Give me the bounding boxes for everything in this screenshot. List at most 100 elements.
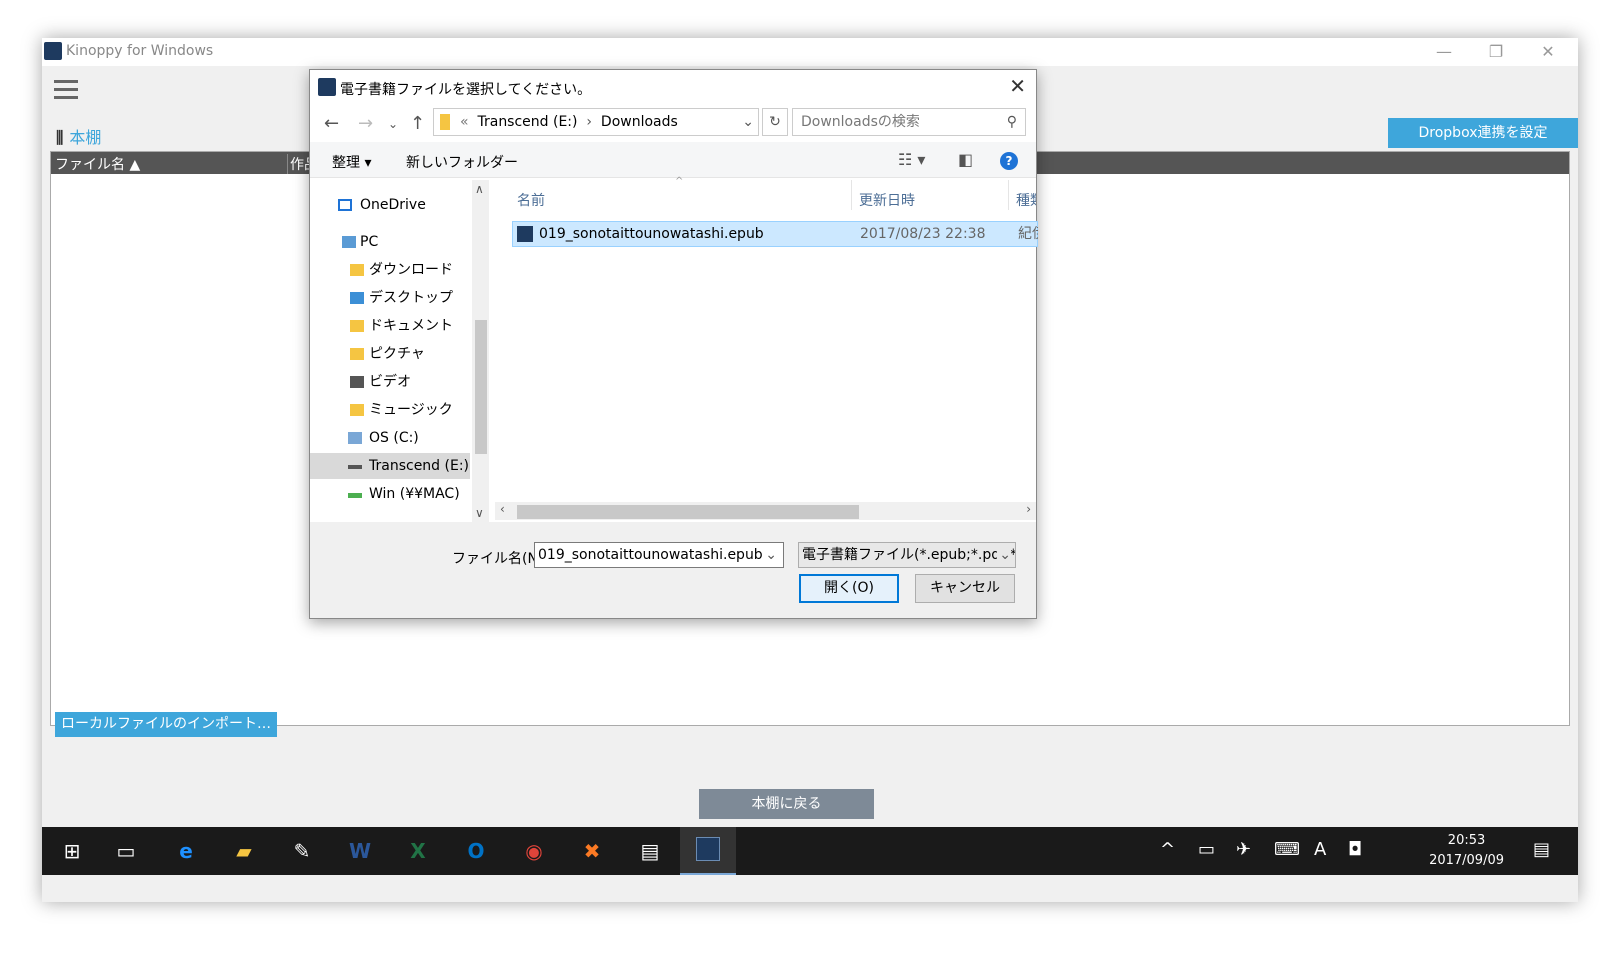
paint-icon[interactable]: ✎ bbox=[286, 835, 318, 867]
scrollbar-thumb[interactable] bbox=[517, 505, 859, 519]
kinoppy-logo-icon bbox=[44, 42, 62, 60]
ime-indicator[interactable]: A bbox=[1314, 839, 1326, 860]
organize-button[interactable]: 整理 ▾ bbox=[332, 152, 371, 172]
nav-item-desktop[interactable]: デスクトップ bbox=[310, 285, 470, 311]
nav-item-onedrive[interactable]: OneDrive bbox=[310, 192, 470, 218]
minimize-button[interactable]: — bbox=[1424, 40, 1464, 64]
file-name: 019_sonotaittounowatashi.epub bbox=[539, 226, 764, 242]
import-local-file-button[interactable]: ローカルファイルのインポート… bbox=[55, 712, 277, 737]
open-button[interactable]: 開く(O) bbox=[799, 574, 899, 603]
drive-icon bbox=[348, 432, 362, 444]
nav-item-documents[interactable]: ドキュメント bbox=[310, 313, 470, 339]
help-icon[interactable]: ? bbox=[1000, 152, 1018, 170]
file-type: 紀伊 bbox=[1018, 226, 1038, 242]
pc-icon bbox=[342, 236, 356, 248]
bookshelf-icon: ⫼ bbox=[56, 128, 64, 147]
search-input[interactable]: Downloadsの検索 ⚲ bbox=[792, 108, 1026, 136]
filetype-select[interactable]: 電子書籍ファイル(*.epub;*.pdf;*.b ⌄ bbox=[798, 542, 1016, 568]
menu-icon[interactable] bbox=[54, 80, 78, 100]
close-window-button[interactable]: ✕ bbox=[1528, 40, 1568, 64]
file-list: ^ 名前 更新日時 種類 019_sonotaittounowatashi.ep… bbox=[495, 176, 1038, 522]
clock-date: 2017/09/09 bbox=[1429, 853, 1504, 868]
action-center-icon[interactable]: ▤ bbox=[1533, 839, 1550, 860]
file-explorer-icon[interactable]: ▰ bbox=[228, 835, 260, 867]
dialog-close-icon[interactable]: ✕ bbox=[1009, 74, 1026, 98]
usb-drive-icon bbox=[348, 465, 362, 469]
column-type-header[interactable]: 種類 bbox=[1016, 190, 1036, 210]
chrome-icon[interactable]: ◉ bbox=[518, 835, 550, 867]
word-icon[interactable]: W bbox=[344, 835, 376, 867]
outlook-icon[interactable]: O bbox=[460, 835, 492, 867]
file-modified: 2017/08/23 22:38 bbox=[860, 226, 986, 242]
ime-mode-icon[interactable]: ◘ bbox=[1348, 839, 1362, 860]
onedrive-icon bbox=[338, 199, 352, 211]
music-folder-icon bbox=[350, 404, 364, 416]
cancel-button[interactable]: キャンセル bbox=[915, 574, 1015, 603]
preview-pane-icon[interactable]: ◧ bbox=[958, 150, 973, 169]
refresh-icon[interactable]: ↻ bbox=[762, 108, 788, 136]
view-options-icon[interactable]: ☷ ▾ bbox=[898, 150, 925, 169]
pictures-folder-icon bbox=[350, 348, 364, 360]
nav-item-music[interactable]: ミュージック bbox=[310, 397, 470, 423]
nav-item-downloads[interactable]: ダウンロード bbox=[310, 257, 470, 283]
downloads-folder-icon bbox=[350, 264, 364, 276]
sort-ascending-icon: ^ bbox=[675, 176, 684, 187]
up-arrow-icon[interactable]: ↑ bbox=[410, 113, 425, 134]
scroll-right-icon[interactable]: › bbox=[1026, 502, 1031, 516]
column-name-header[interactable]: 名前 bbox=[517, 190, 545, 210]
scroll-down-icon[interactable]: ∨ bbox=[475, 506, 484, 520]
task-view-icon[interactable]: ▭ bbox=[110, 835, 142, 867]
nav-item-pictures[interactable]: ピクチャ bbox=[310, 341, 470, 367]
battery-icon[interactable]: ▭ bbox=[1198, 839, 1215, 860]
notepad-icon[interactable]: ▤ bbox=[634, 835, 666, 867]
windows-taskbar: ⊞ ▭ e ▰ ✎ W X O ◉ ✖ ▤ ^ ▭ ✈ ⌨ A ◘ 20:53 … bbox=[42, 827, 1578, 875]
filename-input[interactable]: 019_sonotaittounowatashi.epub ⌄ bbox=[534, 542, 784, 568]
column-modified-header[interactable]: 更新日時 bbox=[859, 190, 915, 210]
nav-item-transcend-drive[interactable]: Transcend (E:) bbox=[310, 453, 470, 479]
column-filename-header[interactable]: ファイル名 ▲ bbox=[55, 154, 140, 174]
app-title: Kinoppy for Windows bbox=[66, 43, 214, 59]
back-arrow-icon[interactable]: ← bbox=[324, 113, 339, 134]
nav-item-pc[interactable]: PC bbox=[310, 229, 470, 255]
back-to-shelf-button[interactable]: 本棚に戻る bbox=[699, 789, 874, 819]
file-open-dialog: 電子書籍ファイルを選択してください。 ✕ ← → ⌄ ↑ « Transcend… bbox=[309, 69, 1038, 619]
nav-item-network-drive[interactable]: Win (¥¥MAC) bbox=[310, 481, 470, 507]
documents-folder-icon bbox=[350, 320, 364, 332]
scroll-up-icon[interactable]: ∧ bbox=[475, 182, 484, 196]
nav-item-videos[interactable]: ビデオ bbox=[310, 369, 470, 395]
dropbox-settings-button[interactable]: Dropbox連携を設定 bbox=[1388, 118, 1578, 148]
xampp-icon[interactable]: ✖ bbox=[576, 835, 608, 867]
epub-file-icon bbox=[517, 226, 533, 242]
address-bar[interactable]: « Transcend (E:) › Downloads ⌄ bbox=[433, 108, 759, 136]
breadcrumb-folder[interactable]: Downloads bbox=[601, 114, 678, 130]
maximize-button[interactable]: ❐ bbox=[1476, 40, 1516, 64]
show-hidden-icons-icon[interactable]: ^ bbox=[1160, 839, 1175, 860]
windows-start-icon[interactable]: ⊞ bbox=[56, 835, 88, 867]
file-row[interactable]: 019_sonotaittounowatashi.epub 2017/08/23… bbox=[512, 221, 1038, 247]
airplane-mode-icon[interactable]: ✈ bbox=[1236, 839, 1251, 860]
scroll-left-icon[interactable]: ‹ bbox=[500, 502, 505, 516]
scrollbar-thumb[interactable] bbox=[475, 320, 487, 454]
command-bar: 整理 ▾ 新しいフォルダー ☷ ▾ ◧ ? bbox=[310, 142, 1036, 178]
breadcrumb-separator-icon: › bbox=[586, 114, 593, 130]
horizontal-scrollbar[interactable]: ‹ › bbox=[495, 502, 1036, 520]
taskbar-clock[interactable]: 20:53 2017/09/09 bbox=[1429, 831, 1504, 871]
keyboard-icon[interactable]: ⌨ bbox=[1274, 839, 1300, 860]
nav-item-os-drive[interactable]: OS (C:) bbox=[310, 425, 470, 451]
nav-pane-scrollbar[interactable]: ∧ ∨ bbox=[472, 180, 489, 522]
kinoppy-taskbar-button[interactable] bbox=[680, 827, 736, 875]
bookshelf-label[interactable]: ⫼ 本棚 bbox=[56, 124, 101, 148]
dialog-app-icon bbox=[318, 78, 336, 96]
address-dropdown-icon[interactable]: ⌄ bbox=[742, 109, 754, 135]
excel-icon[interactable]: X bbox=[402, 835, 434, 867]
recent-locations-chevron-icon[interactable]: ⌄ bbox=[388, 117, 398, 131]
network-drive-icon bbox=[348, 493, 362, 498]
edge-browser-icon[interactable]: e bbox=[170, 835, 202, 867]
filename-dropdown-icon[interactable]: ⌄ bbox=[765, 543, 777, 567]
breadcrumb-drive[interactable]: Transcend (E:) bbox=[477, 114, 577, 130]
videos-folder-icon bbox=[350, 376, 364, 388]
forward-arrow-icon[interactable]: → bbox=[358, 113, 373, 134]
column-divider[interactable] bbox=[851, 180, 852, 210]
new-folder-button[interactable]: 新しいフォルダー bbox=[406, 152, 518, 172]
column-divider[interactable] bbox=[1008, 180, 1009, 210]
